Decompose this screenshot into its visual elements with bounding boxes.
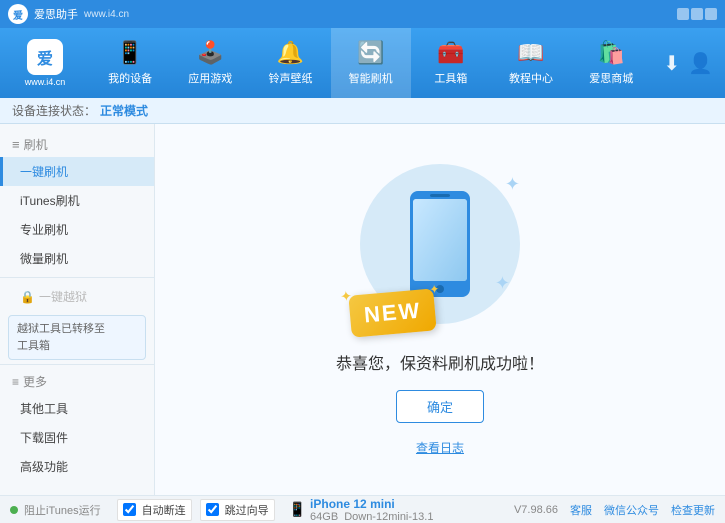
badge-text: NEW bbox=[363, 297, 422, 327]
games-icon: 🕹️ bbox=[197, 40, 224, 66]
check-update-link[interactable]: 检查更新 bbox=[671, 502, 715, 518]
titlebar-left: 爱 爱思助手 www.i4.cn bbox=[8, 4, 129, 24]
checkbox-group-1: 自动断连 bbox=[117, 499, 192, 521]
service-link[interactable]: 客服 bbox=[570, 502, 592, 518]
version-label: V7.98.66 bbox=[514, 504, 558, 516]
maximize-btn[interactable] bbox=[691, 8, 703, 20]
titlebar-title: 爱思助手 bbox=[34, 6, 78, 22]
bottom-left: 阻止iTunes运行 自动断连 跳过向导 📱 iPhone 12 mini 64… bbox=[10, 497, 433, 523]
itunes-status-dot bbox=[10, 506, 18, 514]
badge-star-right: ✦ bbox=[429, 281, 440, 296]
new-badge: ✦ NEW ✦ bbox=[348, 288, 437, 337]
brand: 爱 www.i4.cn bbox=[0, 28, 90, 98]
sidebar-download-firmware[interactable]: 下载固件 bbox=[0, 423, 154, 452]
nav-toolbox[interactable]: 🧰 工具箱 bbox=[411, 28, 491, 98]
phone-badge: ✦ ✦ ✦ NEW ✦ bbox=[350, 164, 530, 334]
flash-icon: 🔄 bbox=[357, 40, 384, 66]
bottombar: 阻止iTunes运行 自动断连 跳过向导 📱 iPhone 12 mini 64… bbox=[0, 495, 725, 523]
status-prefix: 设备连接状态： bbox=[12, 102, 96, 119]
nav-my-device[interactable]: 📱 我的设备 bbox=[90, 28, 170, 98]
content-area: ✦ ✦ ✦ NEW ✦ 恭喜您，保资料刷机成功啦！ 确定 查看日志 bbox=[155, 124, 725, 495]
sidebar-divider1 bbox=[0, 277, 154, 278]
skip-wizard-label: 跳过向导 bbox=[225, 502, 269, 518]
phone-icon: 📱 bbox=[116, 40, 143, 66]
nav-ringtones[interactable]: 🔔 铃声壁纸 bbox=[250, 28, 330, 98]
tutorial-icon: 📖 bbox=[517, 40, 544, 66]
shop-icon: 🛍️ bbox=[598, 40, 625, 66]
main-layout: ≡ 刷机 一键刷机 iTunes刷机 专业刷机 微量刷机 🔒 一键越狱 越狱工具… bbox=[0, 124, 725, 495]
nav-smart-flash[interactable]: 🔄 智能刷机 bbox=[331, 28, 411, 98]
device-info: 📱 iPhone 12 mini 64GB Down-12mini-13.1 bbox=[289, 497, 434, 523]
device-storage: 64GB bbox=[310, 511, 338, 523]
auto-disconnect-checkbox[interactable] bbox=[123, 503, 136, 516]
auto-disconnect-label: 自动断连 bbox=[142, 502, 186, 518]
status-value: 正常模式 bbox=[100, 102, 148, 119]
window-controls[interactable] bbox=[677, 8, 717, 20]
titlebar-url: www.i4.cn bbox=[84, 9, 129, 20]
jailbreak-section-title: 🔒 一键越狱 bbox=[0, 282, 154, 311]
sidebar-advanced[interactable]: 高级功能 bbox=[0, 452, 154, 481]
nav-tutorial[interactable]: 📖 教程中心 bbox=[491, 28, 571, 98]
nav-right: ⬇ 👤 bbox=[651, 28, 725, 98]
sidebar-other-tools[interactable]: 其他工具 bbox=[0, 394, 154, 423]
more-icon: ≡ bbox=[12, 375, 19, 389]
nav-items: 📱 我的设备 🕹️ 应用游戏 🔔 铃声壁纸 🔄 智能刷机 🧰 工具箱 📖 教程中… bbox=[90, 28, 651, 98]
nav-shop[interactable]: 🛍️ 爱思商城 bbox=[571, 28, 651, 98]
jailbreak-note: 越狱工具已转移至 工具箱 bbox=[8, 315, 146, 360]
history-link[interactable]: 查看日志 bbox=[416, 439, 464, 456]
bottom-status-left: 阻止iTunes运行 bbox=[10, 502, 101, 518]
success-illustration: ✦ ✦ ✦ NEW ✦ 恭喜您，保资料刷机成功啦！ 确定 查看日志 bbox=[336, 164, 544, 456]
user-btn[interactable]: 👤 bbox=[688, 51, 713, 76]
brand-logo: 爱 bbox=[27, 39, 63, 75]
device-icon: 📱 bbox=[289, 501, 306, 518]
nav-apps-games[interactable]: 🕹️ 应用游戏 bbox=[170, 28, 250, 98]
ringtones-icon: 🔔 bbox=[277, 40, 304, 66]
badge-stars: ✦ bbox=[340, 287, 353, 305]
sidebar-one-key-flash[interactable]: 一键刷机 bbox=[0, 157, 154, 186]
skip-wizard-checkbox[interactable] bbox=[206, 503, 219, 516]
nav-tutorial-label: 教程中心 bbox=[509, 70, 553, 86]
toolbox-icon: 🧰 bbox=[437, 40, 464, 66]
sidebar-pro-flash[interactable]: 专业刷机 bbox=[0, 215, 154, 244]
device-details: iPhone 12 mini 64GB Down-12mini-13.1 bbox=[310, 497, 433, 523]
confirm-button[interactable]: 确定 bbox=[396, 390, 484, 423]
device-model: Down-12mini-13.1 bbox=[344, 511, 433, 523]
minimize-btn[interactable] bbox=[677, 8, 689, 20]
itunes-status-label: 阻止iTunes运行 bbox=[24, 502, 101, 518]
nav-smart-flash-label: 智能刷机 bbox=[349, 70, 393, 86]
brand-subtitle: www.i4.cn bbox=[25, 77, 66, 87]
sidebar-micro-flash[interactable]: 微量刷机 bbox=[0, 244, 154, 273]
close-btn[interactable] bbox=[705, 8, 717, 20]
wechat-link[interactable]: 微信公众号 bbox=[604, 502, 659, 518]
flash-section-icon: ≡ bbox=[12, 137, 20, 152]
download-btn[interactable]: ⬇ bbox=[663, 51, 680, 76]
nav-ringtones-label: 铃声壁纸 bbox=[268, 70, 312, 86]
statusbar: 设备连接状态： 正常模式 bbox=[0, 98, 725, 124]
success-title: 恭喜您，保资料刷机成功啦！ bbox=[336, 350, 544, 374]
nav-toolbox-label: 工具箱 bbox=[434, 70, 467, 86]
phone-svg bbox=[405, 189, 475, 299]
sparkle1: ✦ bbox=[505, 174, 520, 195]
sidebar-divider2 bbox=[0, 364, 154, 365]
navbar: 爱 www.i4.cn 📱 我的设备 🕹️ 应用游戏 🔔 铃声壁纸 🔄 智能刷机… bbox=[0, 28, 725, 98]
nav-shop-label: 爱思商城 bbox=[589, 70, 633, 86]
nav-apps-label: 应用游戏 bbox=[188, 70, 232, 86]
bottom-right: V7.98.66 客服 微信公众号 检查更新 bbox=[514, 502, 715, 518]
lock-icon: 🔒 bbox=[20, 290, 35, 304]
app-logo: 爱 bbox=[8, 4, 28, 24]
sidebar-itunes-flash[interactable]: iTunes刷机 bbox=[0, 186, 154, 215]
more-section-title: ≡ 更多 bbox=[0, 369, 154, 394]
checkbox-group-2: 跳过向导 bbox=[200, 499, 275, 521]
sparkle2: ✦ bbox=[495, 273, 510, 294]
device-name: iPhone 12 mini bbox=[310, 497, 433, 511]
flash-section-title: ≡ 刷机 bbox=[0, 132, 154, 157]
sidebar: ≡ 刷机 一键刷机 iTunes刷机 专业刷机 微量刷机 🔒 一键越狱 越狱工具… bbox=[0, 124, 155, 495]
nav-my-device-label: 我的设备 bbox=[108, 70, 152, 86]
titlebar: 爱 爱思助手 www.i4.cn bbox=[0, 0, 725, 28]
